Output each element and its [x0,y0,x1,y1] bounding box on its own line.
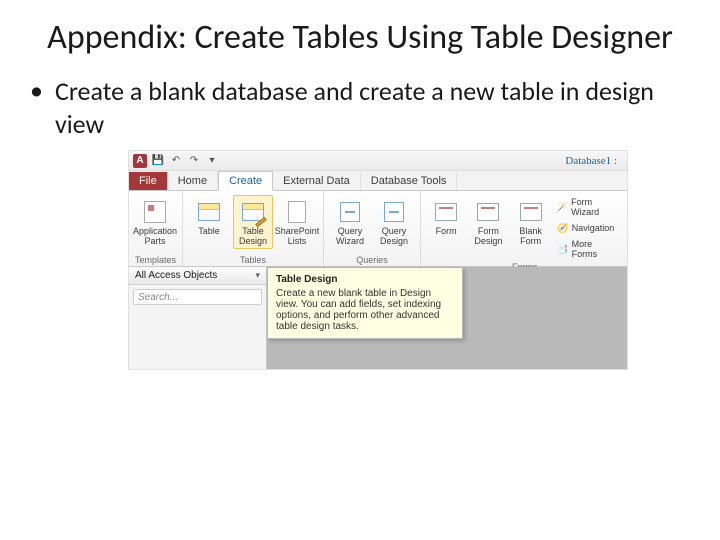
nav-pane-header[interactable]: All Access Objects ▾ [129,267,266,285]
blank-form-icon [517,198,545,226]
form-wizard-label: Form Wizard [571,197,619,217]
sharepoint-label: SharePointLists [275,227,320,246]
form-icon [432,198,460,226]
tooltip-body: Create a new blank table in Design view.… [276,288,454,332]
tab-file[interactable]: File [129,172,168,190]
table-design-button[interactable]: TableDesign [233,195,273,249]
slide-title: Appendix: Create Tables Using Table Desi… [40,18,680,57]
bullet-dot-icon: • [30,75,43,106]
query-design-label: QueryDesign [380,227,408,246]
qat-undo-button[interactable]: ↶ [169,154,183,168]
slide: Appendix: Create Tables Using Table Desi… [0,0,720,540]
forms-small-stack: 🪄 Form Wizard 🧭 Navigation 📑 More Forms [554,195,623,261]
group-caption-tables: Tables [189,254,317,265]
tab-external-data[interactable]: External Data [273,172,361,190]
ribbon-group-tables: Table TableDesign SharePointLists Tables [183,191,324,266]
tab-create[interactable]: Create [218,171,273,191]
query-design-icon [380,198,408,226]
nav-pane-title: All Access Objects [135,270,217,281]
tooltip-table-design: Table Design Create a new blank table in… [267,267,463,339]
tooltip-title: Table Design [276,274,454,285]
form-design-icon [474,198,502,226]
navigation-label: Navigation [572,223,615,233]
form-label: Form [436,227,457,236]
navigation-icon: 🧭 [557,222,569,234]
qat-redo-button[interactable]: ↷ [187,154,201,168]
application-parts-icon [141,198,169,226]
bullet-item: • Create a blank database and create a n… [30,75,690,140]
ribbon-group-templates: ApplicationParts Templates [129,191,183,266]
table-design-icon [239,198,267,226]
sharepoint-icon [283,198,311,226]
more-forms-icon: 📑 [557,243,569,255]
navigation-button[interactable]: 🧭 Navigation [554,220,623,236]
group-caption-templates: Templates [135,254,176,265]
query-wizard-label: QueryWizard [336,227,364,246]
form-button[interactable]: Form [427,195,465,239]
form-design-label: FormDesign [474,227,502,246]
nav-search-placeholder: Search... [138,292,178,303]
bullet-text: Create a blank database and create a new… [55,75,690,140]
ribbon-tabstrip: File Home Create External Data Database … [129,171,627,191]
application-parts-label: ApplicationParts [133,227,177,246]
access-window: A 💾 ↶ ↷ ▾ Database1 : File Home Create E… [128,150,628,370]
qat-customize-button[interactable]: ▾ [205,154,219,168]
form-wizard-icon: 🪄 [557,201,568,213]
more-forms-button[interactable]: 📑 More Forms [554,237,623,261]
qat-save-button[interactable]: 💾 [151,154,165,168]
table-button[interactable]: Table [189,195,229,239]
application-parts-button[interactable]: ApplicationParts [135,195,175,249]
navigation-pane: All Access Objects ▾ Search... [129,267,267,369]
form-design-button[interactable]: FormDesign [469,195,507,249]
nav-search-input[interactable]: Search... [133,289,262,305]
window-title: Database1 : [565,155,623,167]
tab-home[interactable]: Home [168,172,218,190]
query-wizard-icon [336,198,364,226]
table-label: Table [198,227,220,236]
query-wizard-button[interactable]: QueryWizard [330,195,370,249]
tab-database-tools[interactable]: Database Tools [361,172,458,190]
more-forms-label: More Forms [572,239,620,259]
query-design-button[interactable]: QueryDesign [374,195,414,249]
access-logo-icon: A [133,154,147,168]
blank-form-label: BlankForm [519,227,542,246]
ribbon-group-queries: QueryWizard QueryDesign Queries [324,191,421,266]
title-bar: A 💾 ↶ ↷ ▾ Database1 : [129,151,627,171]
sharepoint-lists-button[interactable]: SharePointLists [277,195,317,249]
form-wizard-button[interactable]: 🪄 Form Wizard [554,195,623,219]
document-canvas: Table Design Create a new blank table in… [267,267,627,369]
ribbon-group-forms: Form FormDesign BlankForm 🪄 Form Wizard [421,191,628,266]
ribbon: ApplicationParts Templates Table TableDe… [129,191,627,267]
group-caption-queries: Queries [330,254,414,265]
chevron-down-icon: ▾ [255,270,260,281]
body-area: All Access Objects ▾ Search... Table Des… [129,267,627,369]
table-design-label: TableDesign [239,227,267,246]
table-icon [195,198,223,226]
blank-form-button[interactable]: BlankForm [512,195,550,249]
